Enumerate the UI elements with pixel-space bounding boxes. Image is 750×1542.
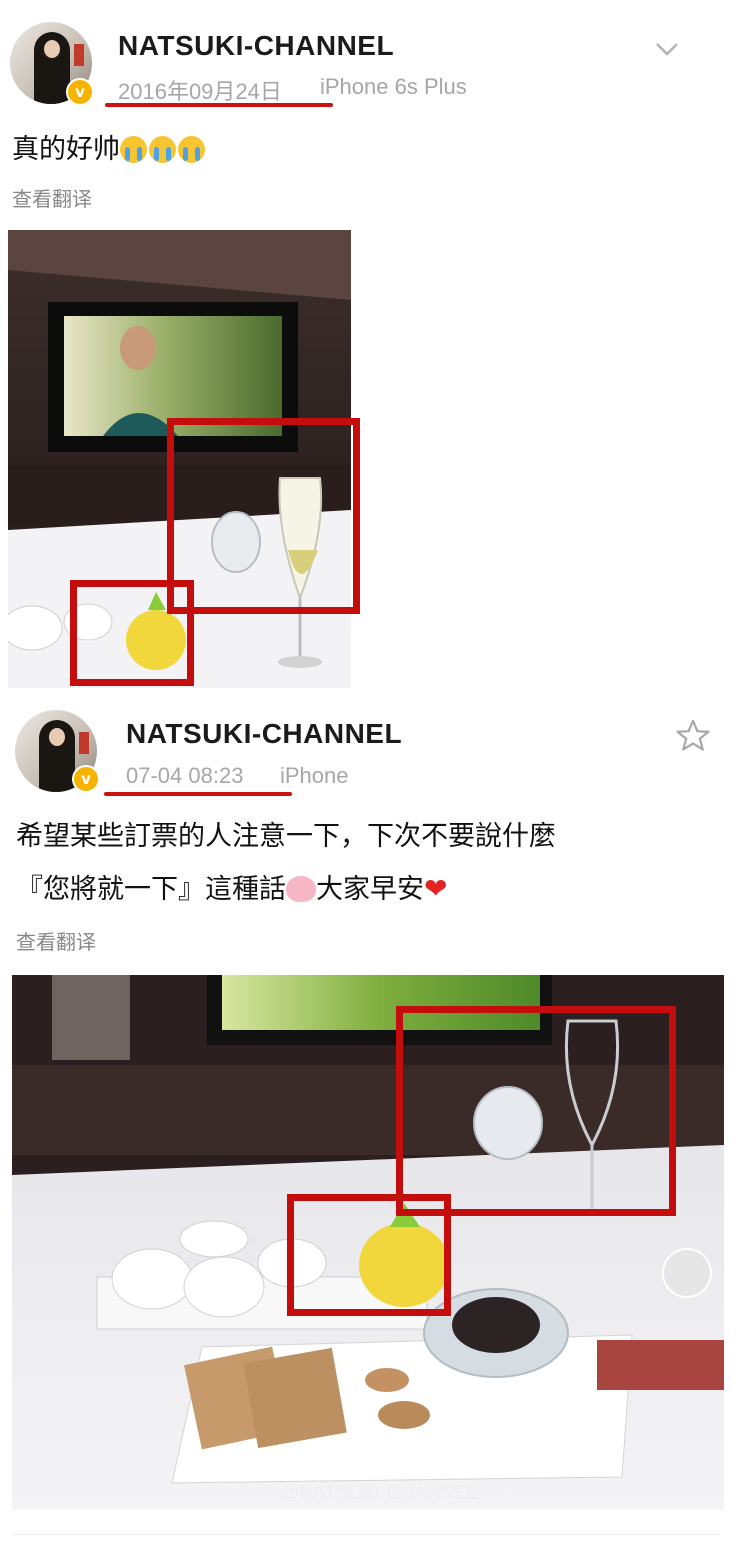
- photo-watermark: @NATSUKI-CHANNEL: [280, 1483, 478, 1504]
- crying-emoji-icon: [120, 136, 147, 163]
- post-text: 真的好帅: [12, 128, 207, 172]
- pig-emoji-icon: [286, 876, 316, 902]
- post-device: iPhone 6s Plus: [320, 74, 467, 99]
- username[interactable]: NATSUKI-CHANNEL: [126, 718, 402, 750]
- translate-link[interactable]: 查看翻译: [16, 926, 96, 955]
- post-text-segment: 大家早安: [316, 874, 424, 905]
- post-text-line-2: 『您將就一下』這種話 大家早安❤: [16, 867, 736, 912]
- crying-emoji-icon: [149, 136, 176, 163]
- feed-divider: [14, 1534, 720, 1535]
- post-text-segment: 『您將就一下』這種話: [16, 874, 286, 905]
- post-text: 希望某些訂票的人注意一下，下次不要說什麼 『您將就一下』這種話 大家早安❤: [16, 815, 736, 912]
- highlight-box-glass: [396, 1006, 676, 1216]
- date-underline-annotation: [105, 103, 333, 107]
- heart-emoji-icon: ❤: [424, 872, 448, 905]
- post-device: iPhone: [280, 763, 349, 788]
- verified-badge-icon: v: [66, 78, 94, 106]
- crying-emoji-icon: [178, 136, 205, 163]
- post-timestamp: 07-04 08:23: [126, 763, 244, 788]
- star-outline-icon[interactable]: [674, 717, 712, 755]
- highlight-box-dessert: [70, 580, 194, 686]
- post-text-content: 真的好帅: [12, 134, 120, 165]
- post-timestamp: 2016年09月24日: [118, 79, 282, 104]
- translate-link[interactable]: 查看翻译: [12, 183, 92, 212]
- post-text-line-1: 希望某些訂票的人注意一下，下次不要說什麼: [16, 821, 556, 852]
- chevron-down-icon[interactable]: [654, 40, 680, 58]
- highlight-box-dessert: [287, 1194, 451, 1316]
- username[interactable]: NATSUKI-CHANNEL: [118, 30, 394, 62]
- highlight-box-glass: [167, 418, 360, 614]
- verified-badge-icon: v: [72, 765, 100, 793]
- date-underline-annotation: [104, 792, 292, 796]
